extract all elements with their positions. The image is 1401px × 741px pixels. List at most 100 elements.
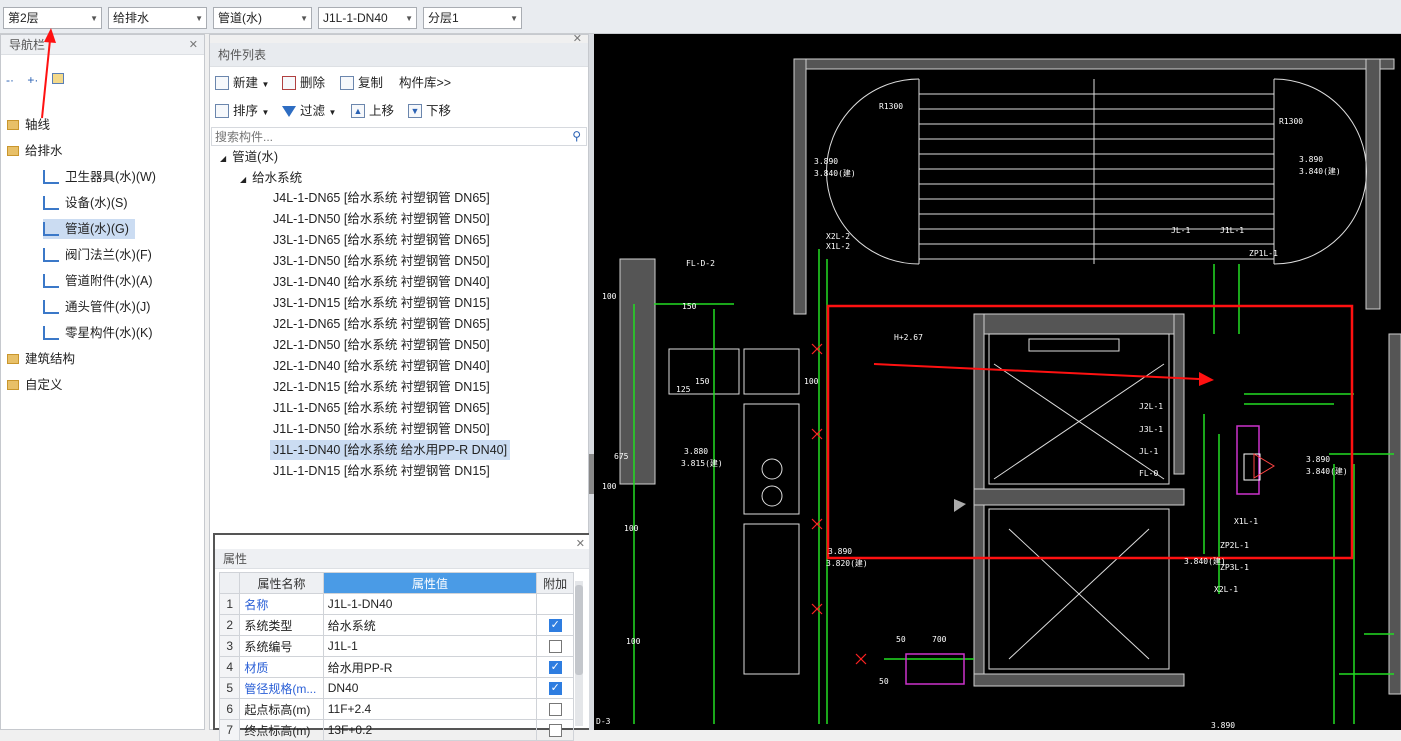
- component-list-item[interactable]: J2L-1-DN65 [给水系统 衬塑钢管 DN65]: [270, 314, 493, 334]
- nav-tree-item[interactable]: 卫生器具(水)(W): [43, 167, 156, 187]
- kitchen-fixtures: [668, 348, 800, 675]
- property-row[interactable]: 5 管径规格(m... DN40: [218, 677, 574, 699]
- discipline-select[interactable]: 给排水 ▼: [108, 7, 207, 29]
- extra-checkbox[interactable]: [548, 640, 562, 654]
- chevron-down-icon: ▼: [300, 14, 308, 23]
- nav-tree-item[interactable]: 给排水: [7, 141, 63, 161]
- extra-checkbox[interactable]: [548, 681, 562, 696]
- component-type-icon: [43, 299, 59, 314]
- list-top-strip: ✕: [210, 33, 588, 45]
- sublayer-select[interactable]: 分层1 ▼: [423, 7, 522, 29]
- extra-checkbox[interactable]: [548, 724, 562, 738]
- filter-label: 过滤: [300, 104, 326, 118]
- nav-tree-label: 零星构件(水)(K): [65, 326, 153, 340]
- collapse-all-icon[interactable]: -·: [6, 73, 14, 87]
- property-row[interactable]: 1 名称 J1L-1-DN40: [218, 593, 574, 615]
- search-input[interactable]: [212, 128, 552, 145]
- nav-tree-label: 建筑结构: [25, 352, 76, 366]
- component-list-item[interactable]: J3L-1-DN40 [给水系统 衬塑钢管 DN40]: [270, 272, 493, 292]
- props-scrollbar[interactable]: [575, 581, 583, 726]
- delete-button[interactable]: 删除: [282, 73, 325, 93]
- component-select[interactable]: J1L-1-DN40 ▼: [318, 7, 417, 29]
- property-value[interactable]: J1L-1-DN40: [322, 593, 538, 615]
- nav-tree-item[interactable]: 零星构件(水)(K): [43, 323, 153, 343]
- property-row[interactable]: 3 系统编号 J1L-1: [218, 635, 574, 657]
- sort-icon: [215, 103, 229, 118]
- search-icon[interactable]: ⚲: [572, 129, 581, 143]
- component-list-item[interactable]: J3L-1-DN15 [给水系统 衬塑钢管 DN15]: [270, 293, 493, 313]
- annotation-arrow-line: [873, 363, 1200, 380]
- col-extra: 附加: [536, 572, 574, 594]
- component-list-item[interactable]: J1L-1-DN40 [给水系统 给水用PP-R DN40]: [270, 440, 511, 460]
- extra-checkbox[interactable]: [548, 618, 562, 633]
- extra-checkbox[interactable]: [548, 703, 562, 717]
- property-row[interactable]: 6 起点标高(m) 11F+2.4: [218, 698, 574, 720]
- nav-tree-item[interactable]: 通头管件(水)(J): [43, 297, 150, 317]
- cad-label: J2L-1: [1139, 402, 1163, 411]
- component-list-item[interactable]: J3L-1-DN50 [给水系统 衬塑钢管 DN50]: [270, 251, 493, 271]
- component-type-icon: [43, 195, 59, 210]
- nav-tree-item[interactable]: 管道附件(水)(A): [43, 271, 153, 291]
- property-row[interactable]: 7 终点标高(m) 13F+0.2: [218, 719, 574, 741]
- component-list-item[interactable]: J4L-1-DN50 [给水系统 衬塑钢管 DN50]: [270, 209, 493, 229]
- cad-label: 150: [695, 377, 710, 386]
- component-type-icon: [43, 273, 59, 288]
- group-row[interactable]: ◢ 管道(水): [220, 147, 278, 167]
- move-up-button[interactable]: ▲ 上移: [351, 101, 394, 121]
- chevron-down-icon: ▼: [195, 14, 203, 23]
- property-index: 7: [218, 719, 241, 741]
- nav-tree-item[interactable]: 自定义: [7, 375, 63, 395]
- property-row[interactable]: 2 系统类型 给水系统: [218, 614, 574, 636]
- property-row[interactable]: 4 材质 给水用PP-R: [218, 656, 574, 678]
- cad-label: J1L-1: [1220, 226, 1244, 235]
- annotation-arrowhead: [1199, 372, 1214, 386]
- component-list-item[interactable]: J3L-1-DN65 [给水系统 衬塑钢管 DN65]: [270, 230, 493, 250]
- extra-checkbox[interactable]: [548, 660, 562, 675]
- cad-viewport[interactable]: R1300 R1300 3.890 3.840(建) 3.890 3.840(建) X2L-…: [594, 34, 1401, 730]
- property-name: 材质: [239, 656, 324, 678]
- property-value[interactable]: DN40: [322, 677, 538, 699]
- property-value[interactable]: 13F+0.2: [322, 719, 538, 741]
- nav-tree-item[interactable]: 设备(水)(S): [43, 193, 128, 213]
- property-value[interactable]: 给水系统: [322, 614, 538, 636]
- filter-button[interactable]: 过滤 ▼: [282, 101, 336, 121]
- nav-tree-item[interactable]: 阀门法兰(水)(F): [43, 245, 152, 265]
- move-down-button[interactable]: ▼ 下移: [408, 101, 451, 121]
- cad-label: 3.820(建): [826, 558, 868, 568]
- property-value[interactable]: J1L-1: [322, 635, 538, 657]
- subgroup-row[interactable]: ◢ 给水系统: [240, 168, 302, 188]
- chevron-down-icon: ▼: [405, 14, 413, 23]
- folder-icon: [7, 353, 19, 364]
- folder-icon: [7, 119, 19, 130]
- library-button[interactable]: 构件库>>: [399, 73, 451, 93]
- component-list-item[interactable]: J2L-1-DN15 [给水系统 衬塑钢管 DN15]: [270, 377, 493, 397]
- cad-label: 100: [602, 482, 617, 491]
- copy-button[interactable]: 复制: [340, 73, 383, 93]
- cad-label: 50: [879, 677, 889, 686]
- nav-tree-item[interactable]: 管道(水)(G): [43, 219, 135, 239]
- sort-button[interactable]: 排序 ▼: [215, 101, 269, 121]
- floor-select[interactable]: 第2层 ▼: [3, 7, 102, 29]
- property-extra: [536, 593, 574, 615]
- close-icon[interactable]: ✕: [189, 35, 198, 55]
- component-type-icon: [43, 221, 59, 236]
- component-list-item[interactable]: J2L-1-DN50 [给水系统 衬塑钢管 DN50]: [270, 335, 493, 355]
- property-value[interactable]: 11F+2.4: [322, 698, 538, 720]
- property-extra: [536, 677, 574, 699]
- property-value[interactable]: 给水用PP-R: [322, 656, 538, 678]
- filter-icon: [282, 106, 296, 118]
- component-list-item[interactable]: J1L-1-DN65 [给水系统 衬塑钢管 DN65]: [270, 398, 493, 418]
- category-select[interactable]: 管道(水) ▼: [213, 7, 312, 29]
- property-extra: [536, 719, 574, 741]
- component-list-item[interactable]: J4L-1-DN65 [给水系统 衬塑钢管 DN65]: [270, 188, 493, 208]
- component-list-item[interactable]: J2L-1-DN40 [给水系统 衬塑钢管 DN40]: [270, 356, 493, 376]
- library-label: 构件库>>: [399, 76, 452, 90]
- stairs: [826, 78, 1367, 265]
- component-list-item[interactable]: J1L-1-DN15 [给水系统 衬塑钢管 DN15]: [270, 461, 493, 481]
- nav-tree-label: 管道(水)(G): [65, 222, 129, 236]
- new-button[interactable]: 新建 ▼: [215, 73, 269, 93]
- component-list-item[interactable]: J1L-1-DN50 [给水系统 衬塑钢管 DN50]: [270, 419, 493, 439]
- equipment-arrow: [1253, 453, 1275, 479]
- nav-tree-item[interactable]: 建筑结构: [7, 349, 75, 369]
- scrollbar-thumb[interactable]: [575, 585, 583, 675]
